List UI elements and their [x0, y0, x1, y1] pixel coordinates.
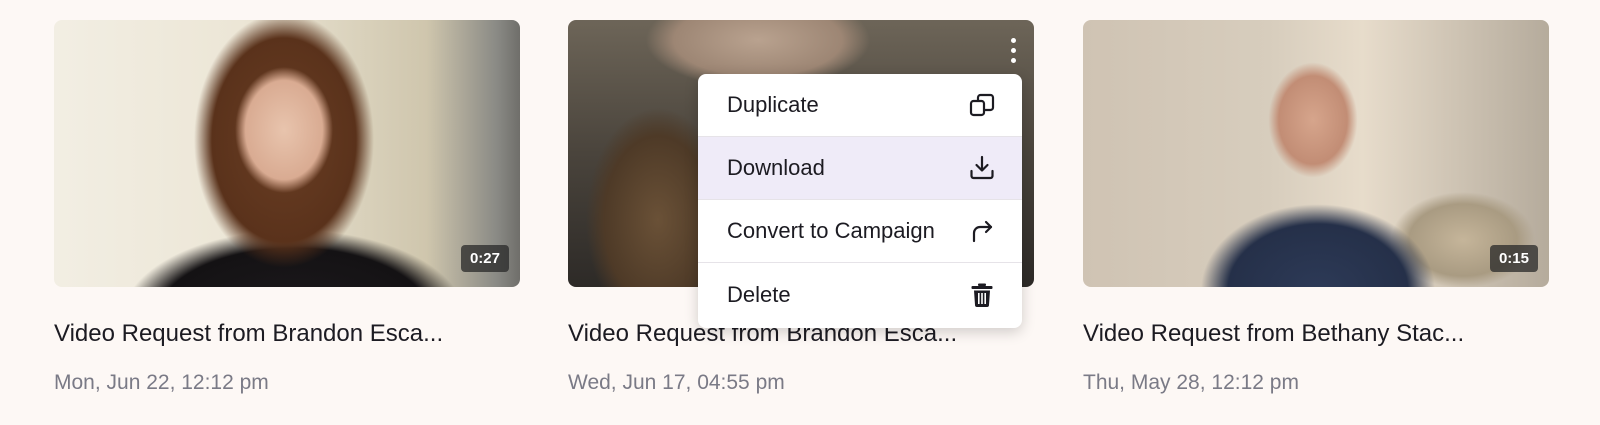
context-menu: Duplicate Download Convert to Campaign D… — [698, 74, 1022, 328]
video-date: Wed, Jun 17, 04:55 pm — [568, 371, 785, 394]
download-icon — [970, 155, 994, 180]
share-arrow-icon — [972, 220, 993, 243]
menu-item-label: Download — [727, 155, 825, 180]
menu-item-duplicate[interactable]: Duplicate — [698, 74, 1022, 137]
menu-item-download[interactable]: Download — [698, 137, 1022, 200]
video-thumbnail[interactable]: 0:27 — [54, 20, 520, 287]
video-title[interactable]: Video Request from Bethany Stac... — [1083, 320, 1549, 348]
thumbnail-image — [1083, 20, 1549, 287]
trash-icon — [971, 283, 993, 307]
thumbnail-image — [54, 20, 520, 287]
video-date: Mon, Jun 22, 12:12 pm — [54, 371, 269, 394]
video-card[interactable]: 0:27 Video Request from Brandon Esca... … — [54, 20, 520, 395]
video-date: Thu, May 28, 12:12 pm — [1083, 371, 1299, 394]
video-title[interactable]: Video Request from Brandon Esca... — [54, 320, 520, 348]
duration-badge: 0:15 — [1489, 245, 1538, 272]
menu-item-convert-to-campaign[interactable]: Convert to Campaign — [698, 200, 1022, 263]
duration-badge: 0:27 — [460, 245, 509, 272]
menu-item-delete[interactable]: Delete — [698, 263, 1022, 326]
more-options-icon[interactable] — [1008, 38, 1018, 66]
video-card[interactable]: 0:15 Video Request from Bethany Stac... … — [1083, 20, 1549, 395]
menu-item-label: Duplicate — [727, 92, 819, 117]
menu-item-label: Convert to Campaign — [727, 218, 935, 243]
menu-item-label: Delete — [727, 281, 791, 307]
video-thumbnail[interactable]: 0:15 — [1083, 20, 1549, 287]
video-grid: 0:27 Video Request from Brandon Esca... … — [0, 0, 1600, 425]
duplicate-icon — [969, 93, 995, 117]
